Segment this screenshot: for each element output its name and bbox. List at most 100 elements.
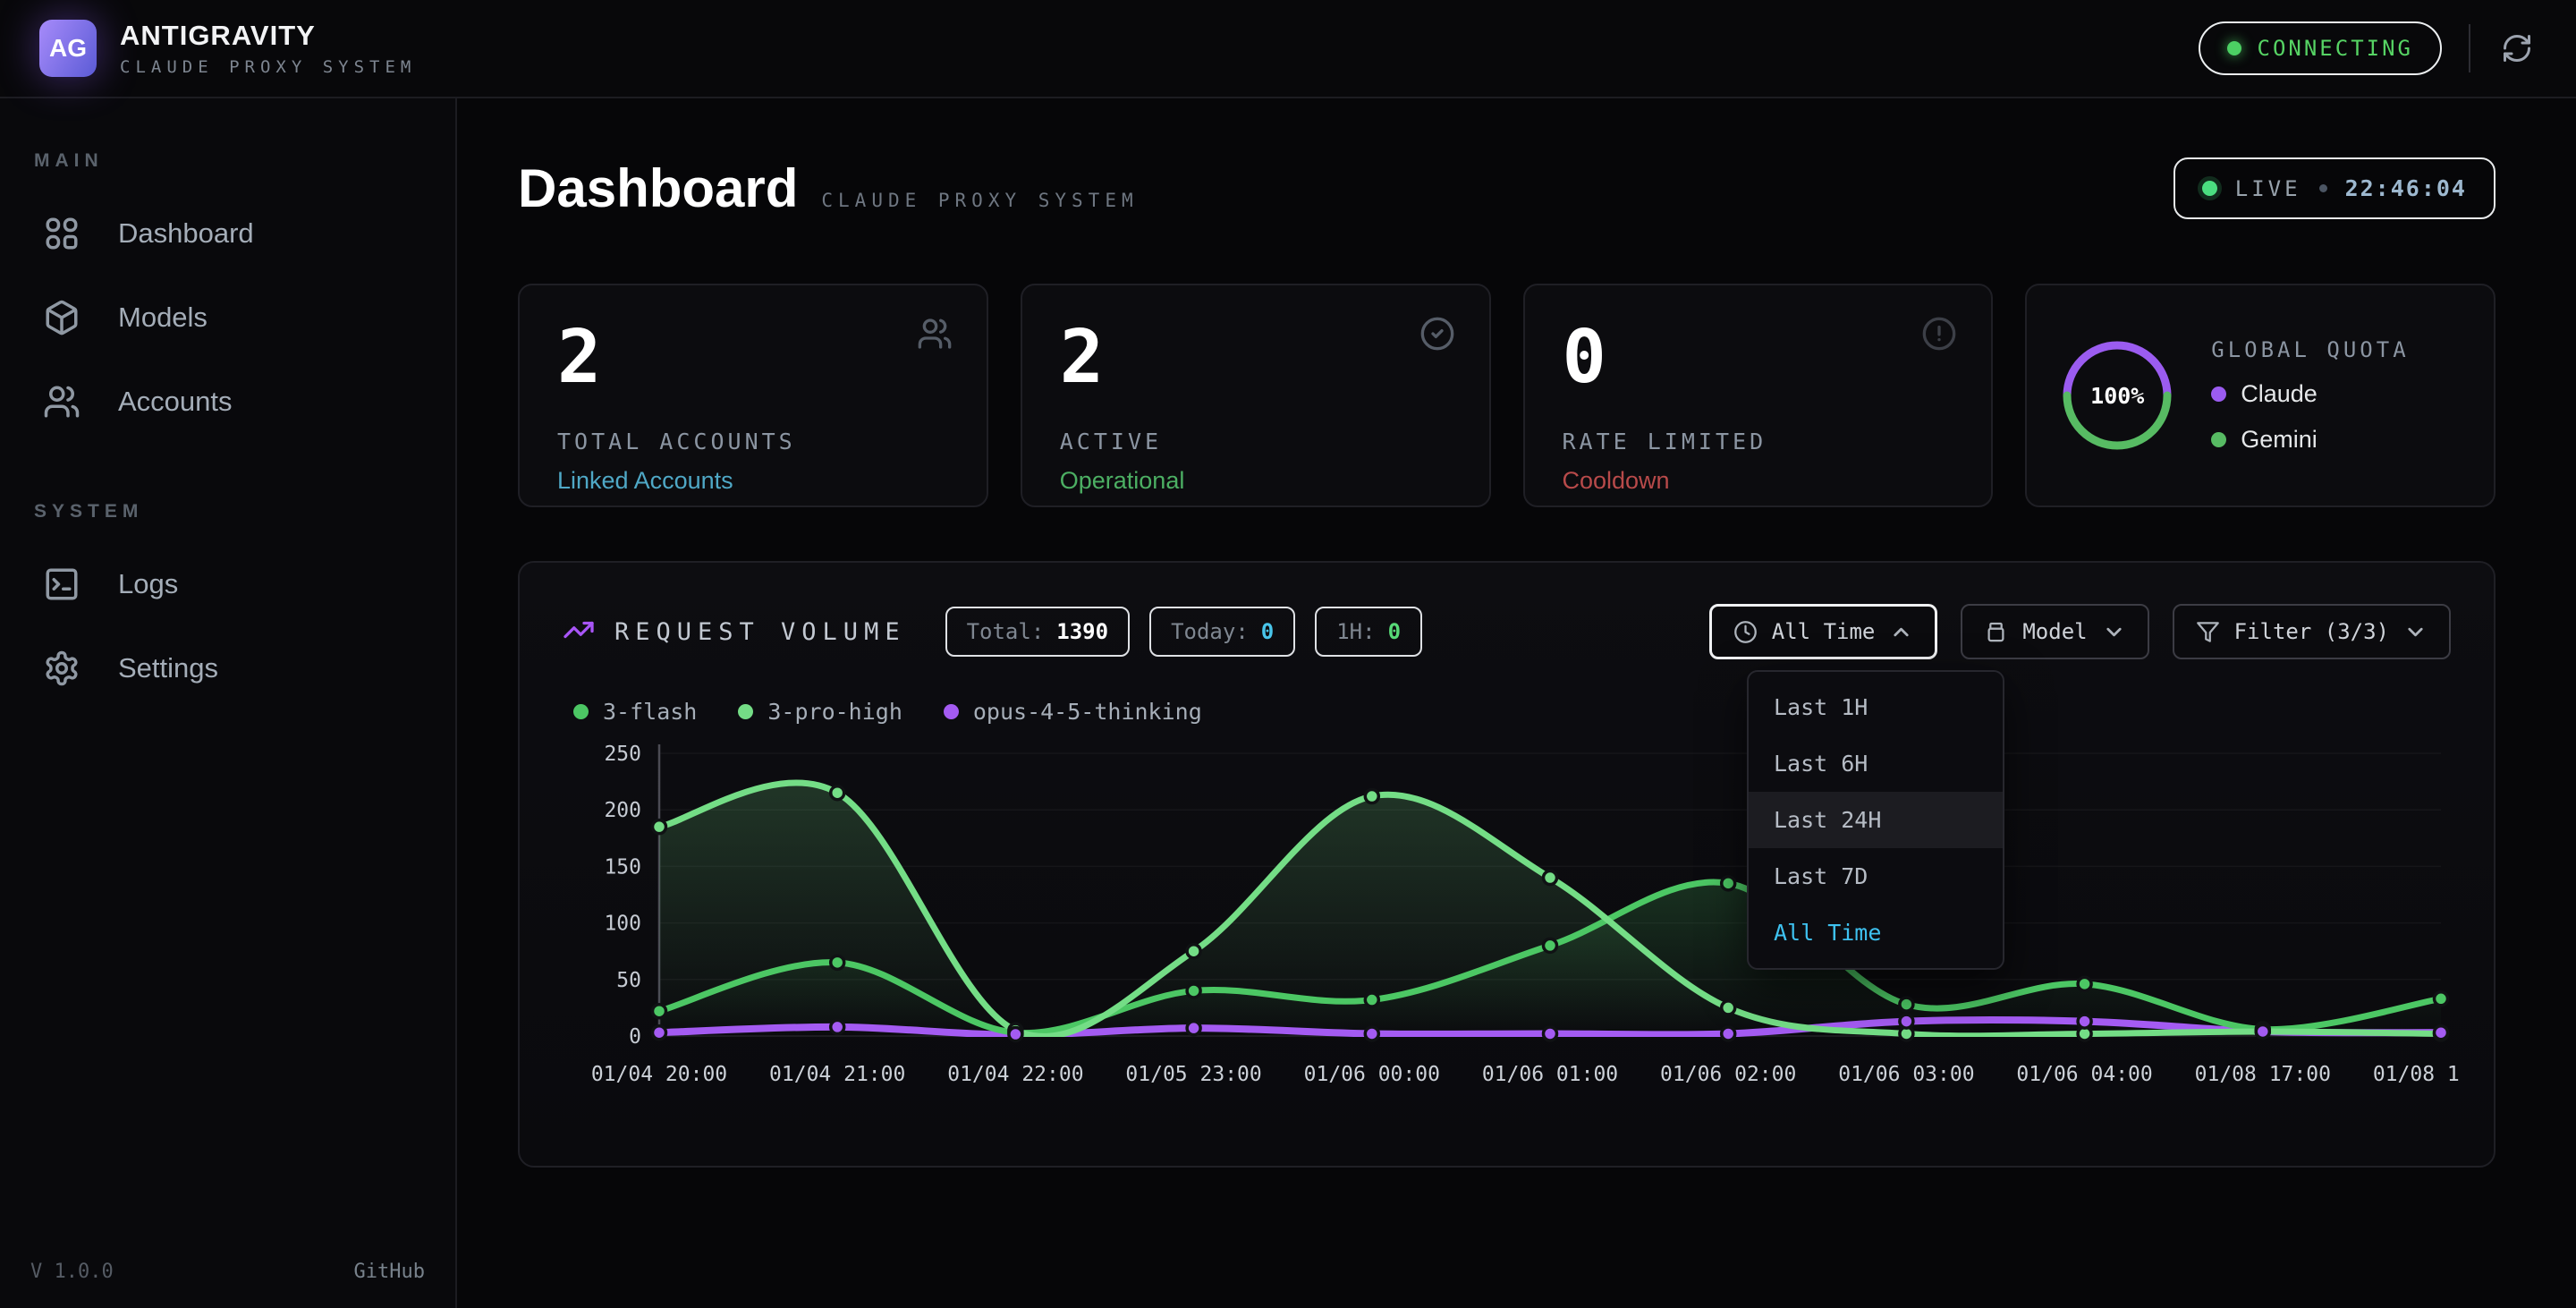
card-label: ACTIVE — [1060, 429, 1452, 454]
refresh-button[interactable] — [2497, 29, 2537, 68]
svg-text:100: 100 — [604, 913, 641, 936]
svg-text:01/06 00:00: 01/06 00:00 — [1304, 1063, 1440, 1086]
rate-limited-value: 0 — [1563, 318, 1954, 398]
live-status-badge: LIVE 22:46:04 — [2174, 157, 2496, 219]
separator-dot-icon — [2319, 184, 2327, 192]
card-rate-limited: 0 RATE LIMITED Cooldown — [1523, 284, 1994, 507]
trending-up-icon — [563, 614, 595, 650]
active-value: 2 — [1060, 318, 1452, 398]
svg-text:01/06 03:00: 01/06 03:00 — [1838, 1063, 1974, 1086]
series-dot-icon — [738, 704, 753, 719]
live-label: LIVE — [2235, 176, 2301, 201]
claude-dot-icon — [2211, 386, 2226, 402]
badge-value: 0 — [1261, 619, 1274, 644]
time-range-button[interactable]: All Time — [1709, 604, 1938, 659]
time-range-dropdown: Last 1H Last 6H Last 24H Last 7D All Tim… — [1747, 670, 2004, 970]
sidebar-item-accounts[interactable]: Accounts — [30, 360, 425, 444]
badge-label: Today: — [1171, 619, 1249, 644]
svg-text:01/04 22:00: 01/04 22:00 — [947, 1063, 1083, 1086]
sidebar-item-models[interactable]: Models — [30, 276, 425, 360]
brand: ANTIGRAVITY CLAUDE PROXY SYSTEM — [120, 20, 416, 77]
sidebar-item-dashboard[interactable]: Dashboard — [30, 191, 425, 276]
sidebar-item-label: Dashboard — [118, 217, 254, 250]
model-filter-button[interactable]: Model — [1961, 604, 2148, 659]
svg-text:0: 0 — [629, 1025, 641, 1049]
request-volume-chart: 05010015020025001/04 20:0001/04 21:0001/… — [563, 730, 2451, 1155]
sidebar-item-label: Accounts — [118, 386, 233, 418]
card-total-accounts: 2 TOTAL ACCOUNTS Linked Accounts — [518, 284, 988, 507]
filter-label: Filter (3/3) — [2234, 619, 2389, 644]
funnel-icon — [2196, 620, 2220, 644]
card-subtext: Linked Accounts — [557, 467, 949, 495]
chevron-up-icon — [1889, 620, 1913, 644]
model-filter-label: Model — [2022, 619, 2087, 644]
request-volume-panel: REQUEST VOLUME Total: 1390 Today: 0 1H: … — [518, 561, 2496, 1168]
github-link[interactable]: GitHub — [354, 1261, 425, 1283]
svg-text:01/04 20:00: 01/04 20:00 — [591, 1063, 727, 1086]
sidebar-item-settings[interactable]: Settings — [30, 626, 425, 710]
svg-text:150: 150 — [604, 855, 641, 879]
time-range-label: All Time — [1772, 619, 1876, 644]
page-subtitle: CLAUDE PROXY SYSTEM — [821, 190, 1138, 211]
dropdown-item-last-1h[interactable]: Last 1H — [1749, 679, 2003, 735]
series-dot-icon — [944, 704, 959, 719]
refresh-icon — [2501, 32, 2533, 64]
chevron-down-icon — [2403, 620, 2428, 644]
connection-status-badge: CONNECTING — [2199, 21, 2443, 75]
legend-item-opus-4-5-thinking: opus-4-5-thinking — [944, 699, 1202, 725]
main-content: Dashboard CLAUDE PROXY SYSTEM LIVE 22:46… — [459, 100, 2576, 1308]
quota-percent: 100% — [2057, 335, 2177, 455]
hour-requests-badge: 1H: 0 — [1315, 607, 1422, 657]
quota-label: GLOBAL QUOTA — [2211, 337, 2409, 362]
sidebar-item-label: Settings — [118, 652, 218, 684]
terminal-icon — [43, 565, 80, 603]
connection-status-label: CONNECTING — [2258, 36, 2414, 61]
check-circle-icon — [1419, 316, 1455, 356]
svg-text:01/06 01:00: 01/06 01:00 — [1482, 1063, 1618, 1086]
quota-ring: 100% — [2057, 335, 2177, 455]
live-clock: 22:46:04 — [2345, 175, 2467, 201]
page-title: Dashboard — [518, 157, 798, 219]
users-icon — [43, 383, 80, 420]
filter-button[interactable]: Filter (3/3) — [2173, 604, 2451, 659]
badge-label: 1H: — [1336, 619, 1375, 644]
badge-value: 0 — [1388, 619, 1401, 644]
panel-title: REQUEST VOLUME — [614, 618, 906, 646]
badge-value: 1390 — [1056, 619, 1108, 644]
legend-item-3-pro-high: 3-pro-high — [738, 699, 902, 725]
card-subtext: Cooldown — [1563, 467, 1954, 495]
series-dot-icon — [573, 704, 589, 719]
card-global-quota: 100% GLOBAL QUOTA Claude Gemini — [2025, 284, 2496, 507]
app-subtitle: CLAUDE PROXY SYSTEM — [120, 57, 416, 77]
sidebar-item-label: Models — [118, 302, 208, 334]
svg-text:01/08 18:00: 01/08 18:00 — [2373, 1063, 2459, 1086]
svg-text:250: 250 — [604, 743, 641, 766]
legend-label: 3-flash — [603, 699, 697, 725]
card-label: RATE LIMITED — [1563, 429, 1954, 454]
sidebar-section-system: SYSTEM — [34, 501, 425, 522]
svg-text:200: 200 — [604, 799, 641, 822]
cube-icon — [43, 299, 80, 336]
box-icon — [1984, 620, 2008, 644]
dropdown-item-last-7d[interactable]: Last 7D — [1749, 848, 2003, 905]
total-accounts-value: 2 — [557, 318, 949, 398]
dropdown-item-last-6h[interactable]: Last 6H — [1749, 735, 2003, 792]
dropdown-item-last-24h[interactable]: Last 24H — [1749, 792, 2003, 848]
quota-legend-label: Gemini — [2241, 426, 2318, 454]
quota-legend-gemini: Gemini — [2211, 426, 2409, 454]
quota-legend-label: Claude — [2241, 380, 2318, 408]
sidebar-item-logs[interactable]: Logs — [30, 542, 425, 626]
gemini-dot-icon — [2211, 432, 2226, 447]
dropdown-item-all-time[interactable]: All Time — [1749, 905, 2003, 961]
users-icon — [917, 316, 953, 356]
card-label: TOTAL ACCOUNTS — [557, 429, 949, 454]
legend-item-3-flash: 3-flash — [573, 699, 697, 725]
card-subtext: Operational — [1060, 467, 1452, 495]
alert-circle-icon — [1921, 316, 1957, 356]
topbar-divider — [2469, 24, 2470, 72]
quota-legend-claude: Claude — [2211, 380, 2409, 408]
app-title: ANTIGRAVITY — [120, 20, 416, 52]
card-active: 2 ACTIVE Operational — [1021, 284, 1491, 507]
legend-label: 3-pro-high — [767, 699, 902, 725]
svg-text:01/06 04:00: 01/06 04:00 — [2016, 1063, 2152, 1086]
